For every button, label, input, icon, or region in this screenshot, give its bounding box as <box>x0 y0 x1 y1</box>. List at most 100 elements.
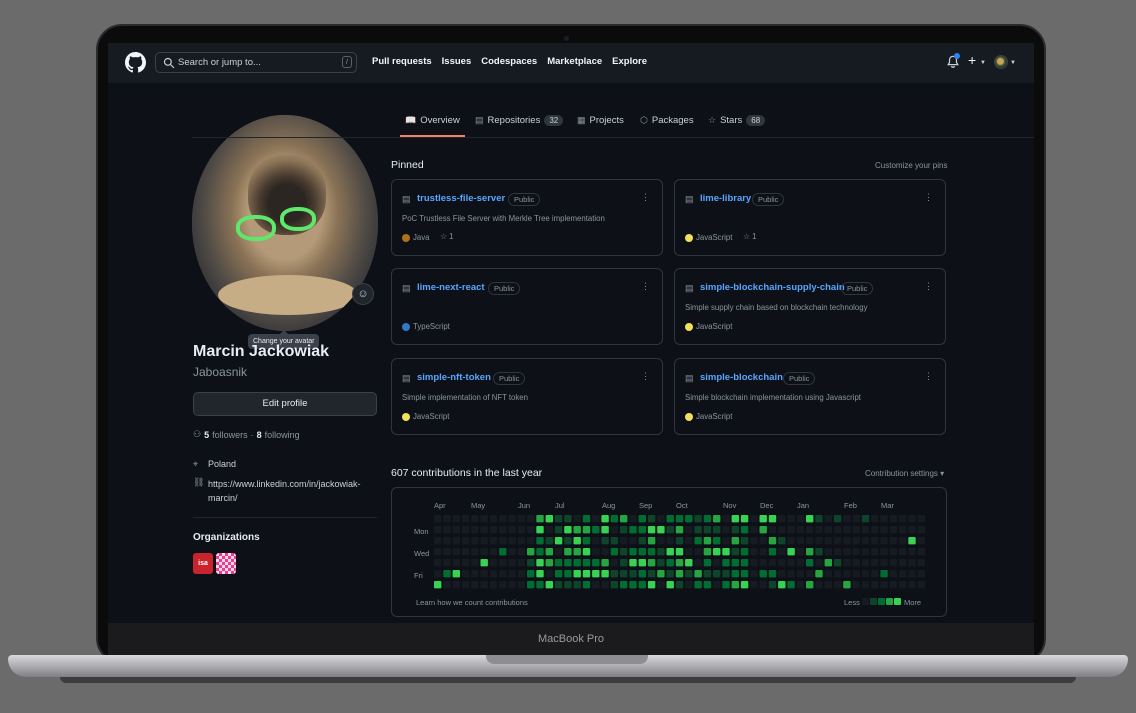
contribution-day[interactable] <box>573 526 581 534</box>
contribution-day[interactable] <box>852 581 860 589</box>
contribution-day[interactable] <box>582 548 591 556</box>
contribution-day[interactable] <box>768 515 777 523</box>
contribution-day[interactable] <box>815 515 823 523</box>
contribution-day[interactable] <box>908 526 916 534</box>
contribution-day[interactable] <box>434 537 442 545</box>
contribution-day[interactable] <box>573 570 581 578</box>
contribution-day[interactable] <box>722 581 730 589</box>
contribution-day[interactable] <box>499 537 507 545</box>
contribution-day[interactable] <box>443 581 451 589</box>
contribution-day[interactable] <box>750 570 758 578</box>
contribution-day[interactable] <box>592 570 600 578</box>
drag-handle-icon[interactable]: ⋮ <box>641 192 650 203</box>
contribution-day[interactable] <box>861 526 870 534</box>
contribution-day[interactable] <box>545 559 553 567</box>
contribution-day[interactable] <box>880 548 888 556</box>
contribution-day[interactable] <box>508 526 516 534</box>
contribution-day[interactable] <box>647 548 656 556</box>
chevron-down-icon[interactable]: ▼ <box>980 60 986 66</box>
contribution-day[interactable] <box>815 559 823 567</box>
tab-overview[interactable]: 📖 Overview <box>405 115 460 126</box>
contribution-day[interactable] <box>629 537 637 545</box>
contribution-day[interactable] <box>750 559 758 567</box>
contribution-day[interactable] <box>443 537 451 545</box>
drag-handle-icon[interactable]: ⋮ <box>641 281 650 292</box>
contribution-day[interactable] <box>759 570 767 578</box>
contribution-day[interactable] <box>778 570 786 578</box>
contribution-day[interactable] <box>508 559 516 567</box>
contribution-day[interactable] <box>675 570 684 578</box>
contribution-day[interactable] <box>564 515 572 523</box>
contribution-day[interactable] <box>750 548 758 556</box>
contribution-day[interactable] <box>852 559 860 567</box>
contribution-day[interactable] <box>685 515 693 523</box>
contribution-day[interactable] <box>889 548 898 556</box>
followers-label[interactable]: followers <box>212 430 248 440</box>
contribution-day[interactable] <box>499 548 507 556</box>
contribution-day[interactable] <box>573 559 581 567</box>
contribution-day[interactable] <box>471 515 479 523</box>
contribution-day[interactable] <box>871 570 879 578</box>
contribution-day[interactable] <box>815 548 823 556</box>
repo-stars[interactable]: ☆ 1 <box>440 232 454 241</box>
contribution-day[interactable] <box>582 537 591 545</box>
contribution-day[interactable] <box>889 515 898 523</box>
contribution-day[interactable] <box>740 526 749 534</box>
contribution-day[interactable] <box>461 537 470 545</box>
contribution-day[interactable] <box>517 559 526 567</box>
contribution-day[interactable] <box>629 559 637 567</box>
contribution-day[interactable] <box>592 581 600 589</box>
contribution-day[interactable] <box>629 526 637 534</box>
contribution-day[interactable] <box>778 526 786 534</box>
contribution-day[interactable] <box>740 570 749 578</box>
contribution-day[interactable] <box>713 581 721 589</box>
contribution-day[interactable] <box>713 548 721 556</box>
contribution-day[interactable] <box>666 581 674 589</box>
contribution-day[interactable] <box>499 581 507 589</box>
contribution-day[interactable] <box>647 581 656 589</box>
profile-avatar[interactable] <box>192 115 378 331</box>
contribution-day[interactable] <box>536 548 544 556</box>
nav-issues[interactable]: Issues <box>442 56 472 67</box>
contribution-day[interactable] <box>787 559 795 567</box>
contribution-day[interactable] <box>740 548 749 556</box>
contribution-day[interactable] <box>796 548 805 556</box>
contribution-day[interactable] <box>675 515 684 523</box>
contribution-day[interactable] <box>731 515 739 523</box>
contribution-day[interactable] <box>899 570 907 578</box>
contribution-day[interactable] <box>527 515 535 523</box>
contribution-day[interactable] <box>461 581 470 589</box>
contribution-day[interactable] <box>452 526 460 534</box>
contribution-day[interactable] <box>750 537 758 545</box>
contribution-day[interactable] <box>489 570 498 578</box>
contribution-day[interactable] <box>657 515 665 523</box>
contribution-day[interactable] <box>647 515 656 523</box>
contribution-day[interactable] <box>554 515 563 523</box>
contribution-day[interactable] <box>434 581 442 589</box>
contribution-day[interactable] <box>610 515 619 523</box>
contribution-day[interactable] <box>815 570 823 578</box>
contribution-day[interactable] <box>806 548 814 556</box>
contribution-day[interactable] <box>778 581 786 589</box>
contribution-day[interactable] <box>545 526 553 534</box>
contribution-day[interactable] <box>480 537 488 545</box>
contribution-day[interactable] <box>620 515 628 523</box>
contribution-day[interactable] <box>806 526 814 534</box>
contribution-day[interactable] <box>899 559 907 567</box>
contribution-day[interactable] <box>554 537 563 545</box>
contribution-day[interactable] <box>620 548 628 556</box>
contribution-day[interactable] <box>517 515 526 523</box>
contribution-day[interactable] <box>573 548 581 556</box>
github-logo-icon[interactable] <box>125 52 146 73</box>
contribution-day[interactable] <box>880 526 888 534</box>
contribution-day[interactable] <box>564 581 572 589</box>
contribution-day[interactable] <box>889 526 898 534</box>
contribution-day[interactable] <box>610 537 619 545</box>
contribution-day[interactable] <box>499 570 507 578</box>
contribution-day[interactable] <box>815 581 823 589</box>
contribution-day[interactable] <box>573 581 581 589</box>
tab-repositories[interactable]: ▤ Repositories 32 <box>475 115 564 126</box>
contribution-day[interactable] <box>796 515 805 523</box>
repo-name-link[interactable]: lime-next-react <box>417 282 485 293</box>
drag-handle-icon[interactable]: ⋮ <box>924 281 933 292</box>
